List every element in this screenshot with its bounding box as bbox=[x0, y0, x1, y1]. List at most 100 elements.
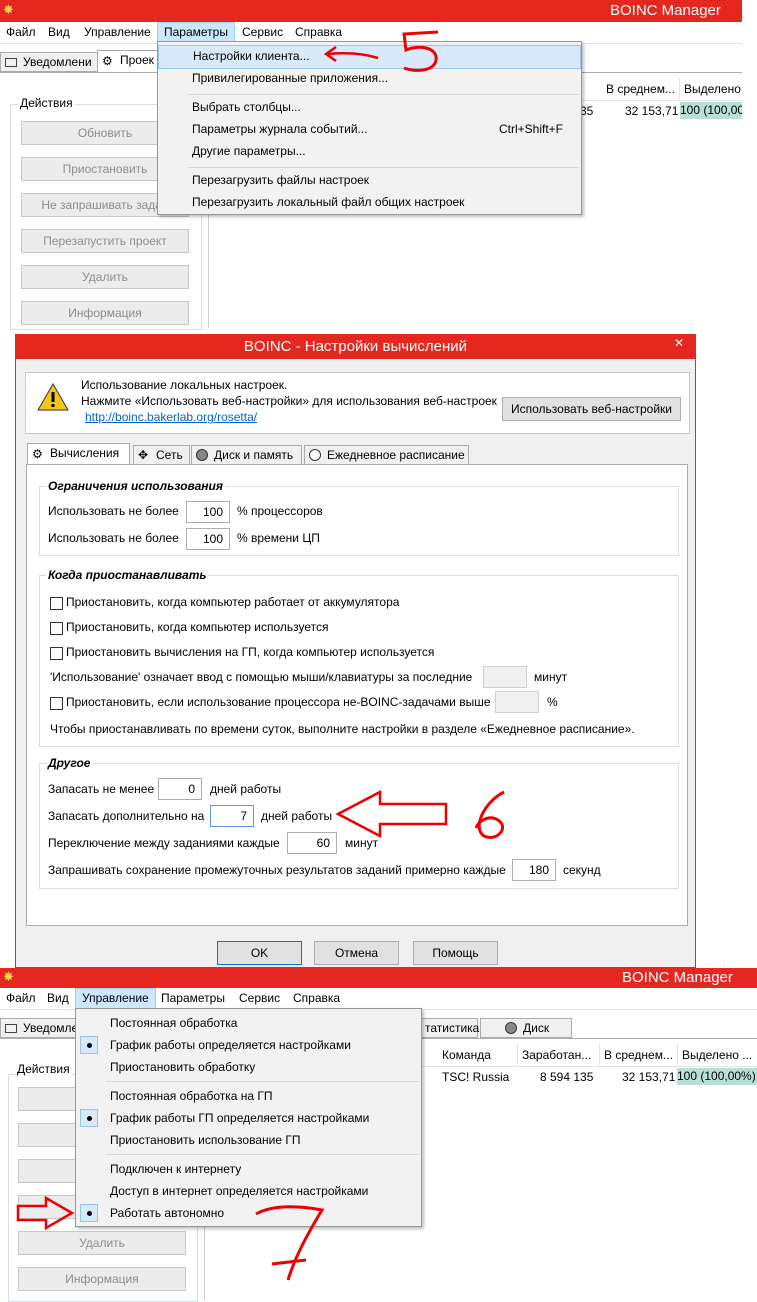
s2-cpu-time-label: Использовать не более bbox=[48, 531, 179, 545]
s2-warn-link[interactable]: http://boinc.bakerlab.org/rosetta/ bbox=[85, 410, 257, 424]
reload-config-menu-item[interactable]: Перезагрузить файлы настроек bbox=[158, 169, 581, 191]
s1-titlebar: ✸ BOINC Manager bbox=[0, 0, 742, 22]
select-columns-menu-item[interactable]: Выбрать столбцы... bbox=[158, 96, 581, 118]
s2-min-buffer-unit: дней работы bbox=[210, 782, 282, 796]
radio-selected-icon bbox=[80, 1036, 98, 1054]
s3-tab-disk[interactable]: Диск bbox=[480, 1018, 572, 1038]
s1-remove-button[interactable]: Удалить bbox=[21, 265, 189, 289]
s3-row-earned: 8 594 135 bbox=[540, 1070, 594, 1084]
network-based-on-prefs-menu-item[interactable]: Доступ в интернет определяется настройка… bbox=[76, 1180, 421, 1202]
use-web-prefs-button[interactable]: Использовать веб-настройки bbox=[502, 397, 681, 421]
run-always-menu-item[interactable]: Постоянная обработка bbox=[76, 1012, 421, 1034]
network-suspend-menu-item[interactable]: Работать автономно bbox=[76, 1202, 421, 1224]
event-log-shortcut: Ctrl+Shift+F bbox=[498, 122, 563, 136]
s3-col-earned[interactable]: Заработан... bbox=[518, 1044, 600, 1066]
checkpoint-interval-field[interactable]: 180 bbox=[512, 859, 556, 881]
other-options-menu-item[interactable]: Другие параметры... bbox=[158, 140, 581, 162]
suspend-gpu-in-use-checkbox[interactable] bbox=[50, 647, 63, 660]
s3-col-share[interactable]: Выделено ... bbox=[678, 1044, 757, 1066]
cancel-button[interactable]: Отмена bbox=[314, 941, 399, 965]
s3-window-title: BOINC Manager bbox=[622, 969, 733, 986]
s2-tab-pane: Ограничения использования Использовать н… bbox=[26, 464, 688, 926]
close-icon[interactable]: ✕ bbox=[669, 335, 689, 351]
s2-tab-schedule[interactable]: Ежедневное расписание bbox=[304, 445, 469, 465]
switch-interval-field[interactable]: 60 bbox=[287, 832, 337, 854]
s2-warn-line2: Нажмите «Использовать веб-настройки» для… bbox=[81, 394, 497, 408]
s3-row-team: TSC! Russia bbox=[442, 1070, 510, 1084]
suspend-in-use-checkbox[interactable] bbox=[50, 622, 63, 635]
exclusive-apps-menu-item[interactable]: Привилегированные приложения... bbox=[158, 67, 581, 89]
s3-info-button[interactable]: Информация bbox=[18, 1267, 186, 1291]
suspend-on-battery-checkbox[interactable] bbox=[50, 597, 63, 610]
reload-local-prefs-menu-item[interactable]: Перезагрузить локальный файл общих настр… bbox=[158, 191, 581, 213]
s1-menu-tools[interactable]: Сервис bbox=[236, 22, 289, 42]
s2-tab-network[interactable]: ✥ Сеть bbox=[133, 445, 190, 465]
s1-menu-file[interactable]: Файл bbox=[0, 22, 42, 42]
s3-col-team[interactable]: Команда bbox=[438, 1044, 518, 1066]
s1-menu-view[interactable]: Вид bbox=[42, 22, 76, 42]
s3-menubar: Файл Вид Управление Параметры Сервис Спр… bbox=[0, 988, 757, 1010]
event-log-options-menu-item[interactable]: Параметры журнала событий... Ctrl+Shift+… bbox=[158, 118, 581, 140]
s3-tab-statistics-label: татистика bbox=[425, 1021, 480, 1035]
s2-chk4-label: Приостановить, если использование процес… bbox=[66, 695, 491, 709]
run-based-on-prefs-menu-item[interactable]: График работы определяется настройками bbox=[76, 1034, 421, 1056]
network-always-menu-item[interactable]: Подключен к интернету bbox=[76, 1158, 421, 1180]
s1-window-title: BOINC Manager bbox=[610, 2, 721, 19]
event-log-options-label: Параметры журнала событий... bbox=[192, 122, 368, 136]
s2-usage-limits-title: Ограничения использования bbox=[46, 479, 225, 493]
clock-icon bbox=[309, 449, 321, 461]
idle-minutes-field[interactable] bbox=[483, 666, 527, 688]
s1-row-avg: 32 153,71 bbox=[625, 104, 679, 118]
separator bbox=[106, 1154, 419, 1155]
cpu-percent-field[interactable]: 100 bbox=[186, 501, 230, 523]
s2-extra-buffer-label: Запасать дополнительно на bbox=[48, 809, 205, 823]
s1-reset-project-button[interactable]: Перезапустить проект bbox=[21, 229, 189, 253]
s2-cpu-pct-label: Использовать не более bbox=[48, 504, 179, 518]
s2-chk2-label: Приостановить, когда компьютер используе… bbox=[66, 620, 329, 634]
s3-menu-manage[interactable]: Управление bbox=[75, 988, 156, 1010]
s3-col-avg[interactable]: В среднем... bbox=[600, 1044, 678, 1066]
suspend-processing-menu-item[interactable]: Приостановить обработку bbox=[76, 1056, 421, 1078]
min-work-buffer-field[interactable]: 0 bbox=[158, 778, 202, 800]
s2-warn-line1: Использование локальных настроек. bbox=[81, 378, 288, 392]
s2-warning-panel: Использование локальных настроек. Нажмит… bbox=[25, 372, 690, 434]
s3-remove-button[interactable]: Удалить bbox=[18, 1231, 186, 1255]
ok-button[interactable]: OK bbox=[217, 941, 302, 965]
s1-menu-manage[interactable]: Управление bbox=[78, 22, 157, 42]
s2-tab-network-label: Сеть bbox=[156, 448, 183, 462]
cpu-time-field[interactable]: 100 bbox=[186, 528, 230, 550]
s1-col-avg[interactable]: В среднем... bbox=[602, 78, 680, 100]
gpu-run-based-on-prefs-menu-item[interactable]: График работы ГП определяется настройкам… bbox=[76, 1107, 421, 1129]
s3-tab-notices-label: Уведомле bbox=[23, 1021, 79, 1035]
s1-col-share[interactable]: Выделено bbox=[680, 78, 742, 100]
s3-tab-statistics[interactable]: татистика bbox=[420, 1018, 480, 1038]
s3-tab-disk-label: Диск bbox=[523, 1021, 550, 1035]
s1-tab-projects[interactable]: ⚙ Проек bbox=[97, 50, 163, 72]
s2-tab-computing[interactable]: ⚙ Вычисления bbox=[27, 443, 130, 465]
s2-idle-label: 'Использование' означает ввод с помощью … bbox=[50, 670, 473, 684]
s3-menu-help[interactable]: Справка bbox=[287, 988, 346, 1008]
s3-menu-file[interactable]: Файл bbox=[0, 988, 42, 1008]
s1-info-button[interactable]: Информация bbox=[21, 301, 189, 325]
gpu-run-always-menu-item[interactable]: Постоянная обработка на ГП bbox=[76, 1085, 421, 1107]
s2-pct-unit: % bbox=[547, 695, 558, 709]
additional-work-buffer-field[interactable]: 7 bbox=[210, 805, 254, 827]
s2-tab-schedule-label: Ежедневное расписание bbox=[327, 448, 465, 462]
s3-tab-notices[interactable]: Уведомле bbox=[0, 1018, 80, 1038]
gear-icon: ⚙ bbox=[32, 447, 43, 461]
s3-menu-view[interactable]: Вид bbox=[41, 988, 75, 1008]
help-button[interactable]: Помощь bbox=[413, 941, 498, 965]
s2-tab-disk[interactable]: Диск и память bbox=[191, 445, 302, 465]
suspend-cpu-usage-checkbox[interactable] bbox=[50, 697, 63, 710]
radio-selected-icon bbox=[80, 1204, 98, 1222]
envelope-icon bbox=[5, 1024, 17, 1033]
s2-tab-disk-label: Диск и память bbox=[214, 448, 294, 462]
s3-menu-options[interactable]: Параметры bbox=[155, 988, 231, 1008]
s2-cpu-pct-unit: % процессоров bbox=[237, 504, 323, 518]
cpu-usage-threshold-field[interactable] bbox=[495, 691, 539, 713]
s1-tab-notices[interactable]: Уведомлени bbox=[0, 52, 98, 72]
gpu-suspend-menu-item[interactable]: Приостановить использование ГП bbox=[76, 1129, 421, 1151]
s2-usage-limits-group: Ограничения использования Использовать н… bbox=[39, 479, 679, 556]
s3-menu-tools[interactable]: Сервис bbox=[233, 988, 286, 1008]
s3-list-header: Команда Заработан... В среднем... Выделе… bbox=[420, 1044, 757, 1067]
